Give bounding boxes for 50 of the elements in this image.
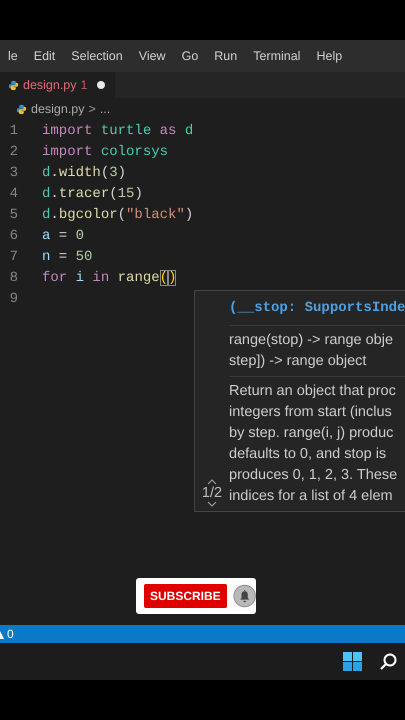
doc-text: Return an object that proc	[229, 382, 397, 401]
warning-icon	[0, 629, 4, 639]
breadcrumb-separator: >	[88, 102, 96, 116]
doc-text: integers from start (inclus	[229, 403, 393, 422]
doc-text: indices for a list of 4 elem	[229, 487, 394, 506]
menu-item[interactable]: Selection	[63, 49, 131, 63]
breadcrumb-symbol[interactable]: ...	[100, 102, 110, 116]
windows-start-icon[interactable]	[343, 652, 362, 671]
menu-item[interactable]: le	[0, 49, 26, 63]
line-number: 7	[8, 248, 19, 264]
python-file-icon	[8, 80, 19, 90]
code-line: import colorsys	[42, 144, 168, 160]
subscribe-button[interactable]: SUBSCRIBE	[144, 584, 227, 608]
bell-icon[interactable]	[232, 583, 256, 609]
menu-item[interactable]: View	[130, 49, 174, 63]
warning-count[interactable]: 0	[7, 627, 14, 641]
code-line: d.tracer(15)	[42, 186, 143, 202]
search-icon[interactable]	[380, 653, 397, 670]
chevron-down-icon[interactable]	[207, 501, 217, 507]
code-line: import turtle as d	[42, 122, 194, 138]
doc-text: defaults to 0, and stop is	[229, 445, 388, 464]
line-number: 2	[8, 144, 19, 160]
python-file-icon	[16, 104, 27, 114]
overload-counter: 1/2	[202, 485, 222, 501]
signature: (__stop: SupportsInde	[229, 291, 405, 326]
code-line: for i in range()	[42, 270, 176, 286]
doc-text: produces 0, 1, 2, 3. These	[229, 466, 398, 485]
menu-item[interactable]: Edit	[26, 49, 64, 63]
breadcrumb-file[interactable]: design.py	[31, 102, 85, 116]
menu-item[interactable]: Go	[174, 49, 206, 63]
signature-text: range(stop) -> range obje	[229, 331, 394, 350]
line-number: 6	[8, 228, 19, 244]
line-number: 8	[8, 270, 19, 286]
line-number: 3	[8, 164, 19, 180]
line-number: 4	[8, 186, 19, 202]
editor-tab[interactable]: design.py 1	[0, 72, 116, 98]
doc-text: by step. range(i, j) produc	[229, 424, 394, 443]
code-line: a = 0	[42, 228, 84, 244]
menu-item[interactable]: Help	[308, 49, 350, 63]
chevron-up-icon[interactable]	[207, 479, 217, 485]
code-line: d.bgcolor("black")	[42, 206, 194, 222]
line-number: 5	[8, 206, 19, 222]
line-number: 9	[8, 290, 19, 306]
menu-item[interactable]: Terminal	[245, 49, 308, 63]
code-line: n = 50	[42, 248, 92, 264]
signature-text: step]) -> range object	[229, 352, 368, 371]
menu-item[interactable]: Run	[206, 49, 246, 63]
line-number: 1	[8, 122, 19, 138]
code-line: d.width(3)	[42, 164, 126, 180]
problem-count: 1	[80, 78, 88, 92]
